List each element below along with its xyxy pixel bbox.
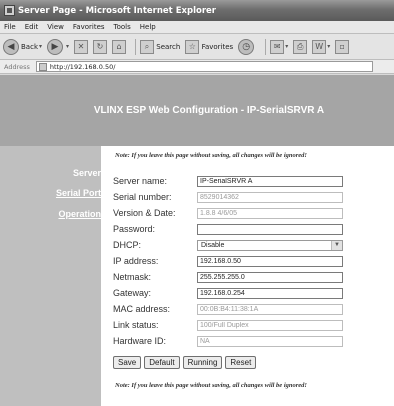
window-title: Server Page - Microsoft Internet Explore… [18, 5, 216, 16]
search-button[interactable]: ⌕ Search [140, 39, 181, 54]
forward-arrow-icon: ▶ [47, 38, 64, 55]
dhcp-select[interactable]: Disable ▼ [197, 239, 343, 251]
default-button[interactable]: Default [144, 356, 180, 369]
stop-button[interactable]: ✕ [74, 39, 89, 54]
config-panel: Note: If you leave this page without sav… [101, 146, 394, 406]
server-name-label: Server name: [113, 176, 168, 186]
gateway-label: Gateway: [113, 288, 152, 298]
menu-help[interactable]: Help [140, 23, 156, 31]
dhcp-selected-value: Disable [201, 241, 225, 249]
menu-tools[interactable]: Tools [114, 23, 131, 31]
row-ip-address: IP address: [113, 255, 343, 267]
dhcp-label: DHCP: [113, 240, 142, 250]
password-label: Password: [113, 224, 156, 234]
address-bar: Address http://192.168.0.50/ [0, 60, 394, 74]
version-date-field [197, 207, 343, 219]
print-button[interactable]: ⎙ [293, 39, 308, 54]
discuss-button[interactable]: ▫ [335, 39, 350, 54]
row-server-name: Server name: [113, 175, 343, 187]
window-titlebar: Server Page - Microsoft Internet Explore… [0, 0, 394, 21]
row-hardware-id: Hardware ID: [113, 335, 343, 347]
sidebar-item-serial-port[interactable]: Serial Port [56, 188, 101, 198]
action-buttons: Save Default Running Reset [113, 356, 259, 369]
row-version-date: Version & Date: [113, 207, 343, 219]
edit-dropdown-icon[interactable]: ▾ [327, 43, 330, 50]
menu-edit[interactable]: Edit [25, 23, 39, 31]
refresh-icon: ↻ [93, 39, 108, 54]
home-icon: ⌂ [112, 39, 127, 54]
history-icon: ◷ [238, 38, 255, 55]
row-serial-number: Serial number: [113, 191, 343, 203]
row-password: Password: [113, 223, 343, 235]
toolbar-separator [135, 38, 137, 55]
row-dhcp: DHCP: Disable ▼ [113, 239, 343, 251]
menu-favorites[interactable]: Favorites [73, 23, 105, 31]
page-viewport: VLINX ESP Web Configuration - IP-SerialS… [0, 75, 394, 406]
ip-address-label: IP address: [113, 256, 159, 266]
home-button[interactable]: ⌂ [112, 39, 127, 54]
address-label: Address [4, 62, 30, 71]
back-label: Back [21, 42, 38, 51]
back-arrow-icon: ◀ [3, 38, 19, 55]
sidebar-item-operation[interactable]: Operation [58, 209, 101, 219]
browser-app-icon [4, 5, 15, 16]
menu-bar: File Edit View Favorites Tools Help [0, 21, 394, 34]
refresh-button[interactable]: ↻ [93, 39, 108, 54]
mail-icon: ✉ [270, 39, 285, 54]
menu-file[interactable]: File [4, 23, 16, 31]
sidebar: Server Serial Port Operation [0, 146, 101, 406]
row-gateway: Gateway: [113, 287, 343, 299]
printer-icon: ⎙ [293, 39, 308, 54]
reset-button[interactable]: Reset [225, 356, 257, 369]
search-icon: ⌕ [140, 39, 155, 54]
netmask-input[interactable] [197, 271, 343, 283]
row-link-status: Link status: [113, 319, 343, 331]
browser-toolbar: ◀ Back ▾ ▶ ▾ ✕ ↻ ⌂ ⌕ Search ☆ Favorites … [0, 34, 394, 60]
serial-number-field [197, 191, 343, 203]
row-mac-address: MAC address: [113, 303, 343, 315]
forward-button[interactable]: ▶ ▾ [47, 38, 69, 55]
link-status-field [197, 319, 343, 331]
gateway-input[interactable] [197, 287, 343, 299]
header-banner: VLINX ESP Web Configuration - IP-SerialS… [0, 75, 394, 146]
back-button[interactable]: ◀ Back ▾ [3, 38, 42, 55]
page-icon [38, 62, 47, 71]
address-input[interactable]: http://192.168.0.50/ [35, 61, 373, 72]
chevron-down-icon[interactable]: ▼ [331, 240, 342, 250]
page-title: VLINX ESP Web Configuration - IP-SerialS… [93, 105, 325, 116]
forward-dropdown-icon[interactable]: ▾ [66, 43, 69, 50]
ip-address-input[interactable] [197, 255, 343, 267]
running-button[interactable]: Running [182, 356, 223, 369]
hardware-id-label: Hardware ID: [113, 336, 167, 346]
warning-note-top: Note: If you leave this page without sav… [115, 152, 307, 159]
search-label: Search [156, 42, 181, 51]
save-button[interactable]: Save [113, 356, 142, 369]
discuss-icon: ▫ [335, 39, 350, 54]
word-icon: W [312, 39, 327, 54]
address-url: http://192.168.0.50/ [49, 62, 116, 71]
server-name-input[interactable] [197, 175, 343, 187]
star-icon: ☆ [185, 39, 200, 54]
version-date-label: Version & Date: [113, 208, 176, 218]
hardware-id-field [197, 335, 343, 347]
menu-view[interactable]: View [47, 23, 64, 31]
favorites-label: Favorites [201, 42, 234, 51]
mail-button[interactable]: ✉ ▾ [270, 39, 288, 54]
sidebar-item-server[interactable]: Server [73, 168, 101, 178]
toolbar-separator [265, 38, 267, 55]
edit-button[interactable]: W ▾ [312, 39, 330, 54]
password-input[interactable] [197, 223, 343, 235]
mac-address-label: MAC address: [113, 304, 171, 314]
mac-address-field [197, 303, 343, 315]
mail-dropdown-icon[interactable]: ▾ [285, 43, 288, 50]
back-dropdown-icon[interactable]: ▾ [39, 43, 42, 50]
link-status-label: Link status: [113, 320, 159, 330]
favorites-button[interactable]: ☆ Favorites [185, 39, 234, 54]
row-netmask: Netmask: [113, 271, 343, 283]
netmask-label: Netmask: [113, 272, 152, 282]
serial-number-label: Serial number: [113, 192, 172, 202]
stop-icon: ✕ [74, 39, 89, 54]
warning-note-bottom: Note: If you leave this page without sav… [115, 382, 307, 389]
history-button[interactable]: ◷ [238, 38, 256, 55]
